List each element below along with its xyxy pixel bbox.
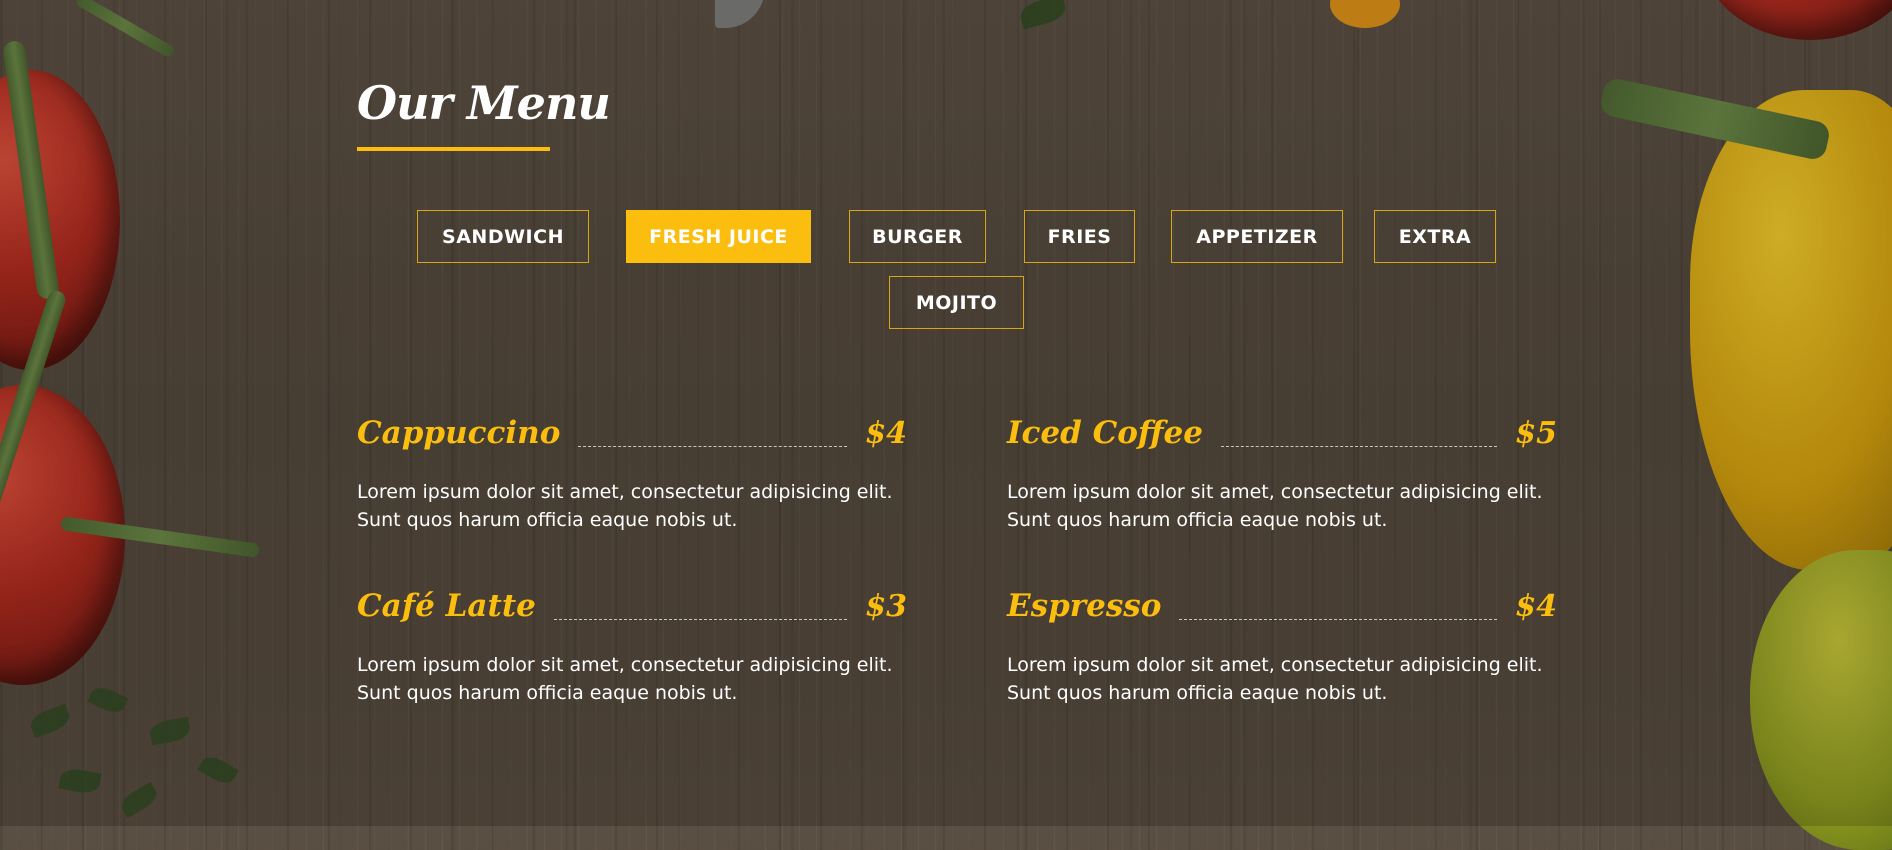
menu-item-description: Lorem ipsum dolor sit amet, consectetur …: [357, 654, 893, 704]
menu-item-name: Cappuccino: [357, 415, 561, 451]
menu-item-header: Espresso $4: [1007, 580, 1557, 630]
menu-item: Espresso $4 Lorem ipsum dolor sit amet, …: [1007, 580, 1557, 707]
menu-item-name: Café Latte: [357, 588, 536, 624]
filter-mojito-button[interactable]: MOJITO: [889, 276, 1024, 329]
menu-item-header: Cappuccino $4: [357, 407, 907, 457]
dotted-separator: [578, 446, 848, 447]
dotted-separator: [553, 619, 848, 620]
menu-item-price: $3: [865, 589, 907, 624]
title-underline: [357, 147, 550, 151]
filter-appetizer-button[interactable]: APPETIZER: [1171, 210, 1343, 263]
menu-item-price: $4: [865, 416, 907, 451]
menu-item-name: Espresso: [1007, 588, 1162, 624]
menu-item-header: Café Latte $3: [357, 580, 907, 630]
menu-item: Iced Coffee $5 Lorem ipsum dolor sit ame…: [1007, 407, 1557, 534]
filter-fries-button[interactable]: FRIES: [1024, 210, 1135, 263]
menu-section: Our Menu SANDWICH FRESH JUICE BURGER FRI…: [357, 0, 1557, 826]
menu-item-name: Iced Coffee: [1007, 415, 1204, 451]
filter-fresh-juice-button[interactable]: FRESH JUICE: [626, 210, 811, 263]
menu-item: Café Latte $3 Lorem ipsum dolor sit amet…: [357, 580, 907, 707]
filter-sandwich-button[interactable]: SANDWICH: [417, 210, 589, 263]
menu-item-description: Lorem ipsum dolor sit amet, consectetur …: [1007, 654, 1543, 704]
section-title: Our Menu: [357, 76, 611, 130]
dotted-separator: [1221, 446, 1498, 447]
menu-item-price: $4: [1515, 589, 1557, 624]
filter-extra-button[interactable]: EXTRA: [1374, 210, 1496, 263]
menu-item-description: Lorem ipsum dolor sit amet, consectetur …: [357, 481, 893, 531]
menu-item: Cappuccino $4 Lorem ipsum dolor sit amet…: [357, 407, 907, 534]
menu-item-price: $5: [1515, 416, 1557, 451]
dotted-separator: [1179, 619, 1498, 620]
filter-burger-button[interactable]: BURGER: [849, 210, 986, 263]
menu-item-description: Lorem ipsum dolor sit amet, consectetur …: [1007, 481, 1543, 531]
menu-item-header: Iced Coffee $5: [1007, 407, 1557, 457]
